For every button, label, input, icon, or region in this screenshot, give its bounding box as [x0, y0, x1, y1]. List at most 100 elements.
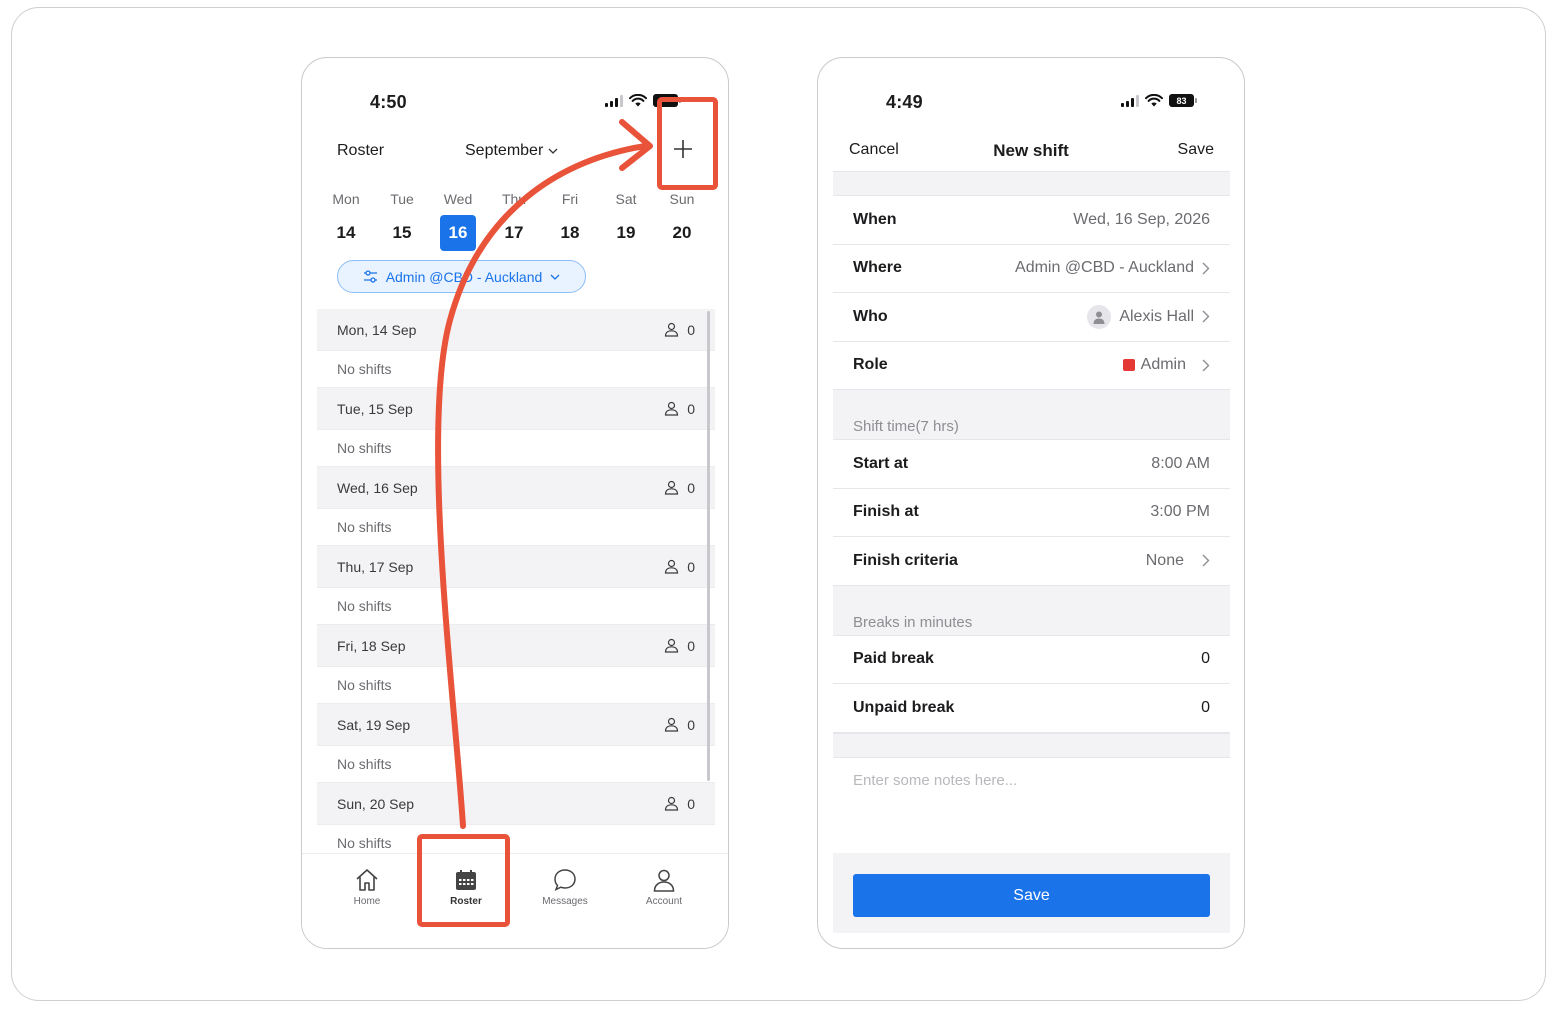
field-label: Who — [853, 307, 888, 325]
page-title: Roster — [337, 142, 385, 159]
wifi-icon — [629, 94, 647, 107]
day-name: Mon — [332, 191, 360, 207]
location-filter-chip[interactable]: Admin @CBD - Auckland — [337, 260, 586, 293]
no-shifts-row: No shifts — [317, 667, 715, 704]
chevron-right-icon — [1202, 359, 1210, 372]
staff-count: 0 — [664, 401, 695, 417]
save-footer: Save — [833, 853, 1230, 933]
person-icon — [665, 638, 679, 653]
day-column-sat[interactable]: Sat 19 — [607, 188, 645, 251]
staff-count: 0 — [664, 717, 695, 733]
day-name: Thu — [501, 191, 527, 207]
chat-bubble-icon — [554, 869, 576, 891]
paid-break-row[interactable]: Paid break 0 — [833, 636, 1230, 684]
role-color-swatch — [1122, 359, 1135, 372]
chevron-down-icon — [550, 274, 560, 280]
breaks-header: Breaks in minutes — [833, 585, 1230, 636]
cellular-signal-icon — [605, 94, 623, 107]
day-column-fri[interactable]: Fri 18 — [551, 188, 589, 251]
cellular-signal-icon — [1121, 94, 1139, 107]
field-label: Where — [853, 259, 902, 277]
tab-home[interactable]: Home — [322, 866, 412, 907]
unpaid-break-row[interactable]: Unpaid break 0 — [833, 684, 1230, 733]
when-row[interactable]: When Wed, 16 Sep, 2026 — [833, 196, 1230, 245]
unpaid-break-value: 0 — [1201, 698, 1210, 716]
day-header-row[interactable]: Mon, 14 Sep 0 — [317, 309, 715, 351]
day-column-wed[interactable]: Wed 16 — [439, 188, 477, 251]
who-value: Alexis Hall — [1119, 307, 1194, 325]
tab-account[interactable]: Account — [619, 866, 709, 907]
day-header-row[interactable]: Sat, 19 Sep 0 — [317, 704, 715, 746]
day-number: 20 — [672, 223, 692, 242]
month-selector[interactable]: September — [465, 142, 558, 160]
tab-label: Home — [353, 896, 381, 907]
day-name: Fri — [561, 191, 579, 207]
day-label: Tue, 15 Sep — [337, 400, 413, 417]
field-label: Unpaid break — [853, 698, 955, 716]
tab-messages[interactable]: Messages — [520, 866, 610, 907]
finish-at-row[interactable]: Finish at 3:00 PM — [833, 489, 1230, 537]
notes-textarea[interactable]: Enter some notes here... — [833, 758, 1230, 854]
scrollbar[interactable] — [707, 311, 710, 781]
who-row[interactable]: Who Alexis Hall — [833, 293, 1230, 342]
day-label: Mon, 14 Sep — [337, 321, 417, 338]
no-shifts-row: No shifts — [317, 430, 715, 467]
no-shifts-row: No shifts — [317, 509, 715, 546]
save-nav-button[interactable]: Save — [1178, 141, 1214, 159]
day-number: 15 — [392, 223, 412, 242]
when-value: Wed, 16 Sep, 2026 — [1073, 210, 1210, 228]
day-header-row[interactable]: Tue, 15 Sep 0 — [317, 388, 715, 430]
shift-form: When Wed, 16 Sep, 2026 Where Admin @CBD … — [833, 171, 1230, 854]
chevron-right-icon — [1202, 310, 1210, 323]
staff-count: 0 — [664, 480, 695, 496]
day-name: Sat — [615, 191, 637, 207]
where-row[interactable]: Where Admin @CBD - Auckland — [833, 245, 1230, 293]
staff-count: 0 — [664, 559, 695, 575]
day-column-sun[interactable]: Sun 20 — [663, 188, 701, 251]
role-row[interactable]: Role Admin — [833, 342, 1230, 390]
start-at-row[interactable]: Start at 8:00 AM — [833, 440, 1230, 489]
no-shifts-row: No shifts — [317, 351, 715, 388]
day-column-tue[interactable]: Tue 15 — [383, 188, 421, 251]
field-label: Finish at — [853, 503, 919, 521]
roster-tab-highlight — [417, 834, 510, 927]
finish-time-value: 3:00 PM — [1150, 503, 1210, 521]
shift-time-header: Shift time(7 hrs) — [833, 390, 1230, 440]
person-icon — [665, 559, 679, 574]
person-icon — [665, 717, 679, 732]
person-icon — [665, 401, 679, 416]
day-name: Sun — [669, 191, 695, 207]
day-column-thu[interactable]: Thu 17 — [495, 188, 533, 251]
day-header-row[interactable]: Wed, 16 Sep 0 — [317, 467, 715, 509]
person-icon — [653, 869, 675, 892]
day-header-row[interactable]: Thu, 17 Sep 0 — [317, 546, 715, 588]
staff-count-value: 0 — [687, 558, 695, 575]
save-button[interactable]: Save — [853, 874, 1210, 917]
person-icon — [665, 480, 679, 495]
day-number: 17 — [504, 223, 524, 242]
day-name: Tue — [390, 191, 414, 207]
no-shifts-row: No shifts — [317, 825, 715, 854]
user-avatar-icon — [1093, 311, 1105, 324]
wifi-icon — [1145, 94, 1163, 107]
where-value: Admin @CBD - Auckland — [1015, 259, 1194, 277]
paid-break-value: 0 — [1201, 650, 1210, 668]
day-column-mon[interactable]: Mon 14 — [327, 188, 365, 251]
roster-day-list[interactable]: Mon, 14 Sep 0 No shifts Tue, 15 Sep 0 No shif… — [317, 309, 715, 854]
day-number: 18 — [560, 223, 580, 242]
week-strip: Mon 14 Tue 15 Wed 16 Thu 17 Fri 18 Sat 19 Sun 20 — [327, 188, 701, 251]
day-name: Wed — [443, 191, 473, 207]
field-label: Paid break — [853, 650, 934, 668]
day-header-row[interactable]: Fri, 18 Sep 0 — [317, 625, 715, 667]
day-header-row[interactable]: Sun, 20 Sep 0 — [317, 783, 715, 825]
finish-criteria-row[interactable]: Finish criteria None — [833, 537, 1230, 586]
month-label: September — [465, 142, 544, 159]
staff-count-value: 0 — [687, 795, 695, 812]
role-value: Admin — [1140, 356, 1186, 374]
staff-count-value: 0 — [687, 321, 695, 338]
add-button-highlight — [657, 97, 718, 190]
home-icon — [356, 869, 378, 891]
status-time: 4:50 — [370, 92, 407, 112]
new-shift-phone: 4:49 83 Cancel New shift Save When Wed, … — [817, 57, 1245, 949]
tab-label: Messages — [542, 896, 588, 907]
